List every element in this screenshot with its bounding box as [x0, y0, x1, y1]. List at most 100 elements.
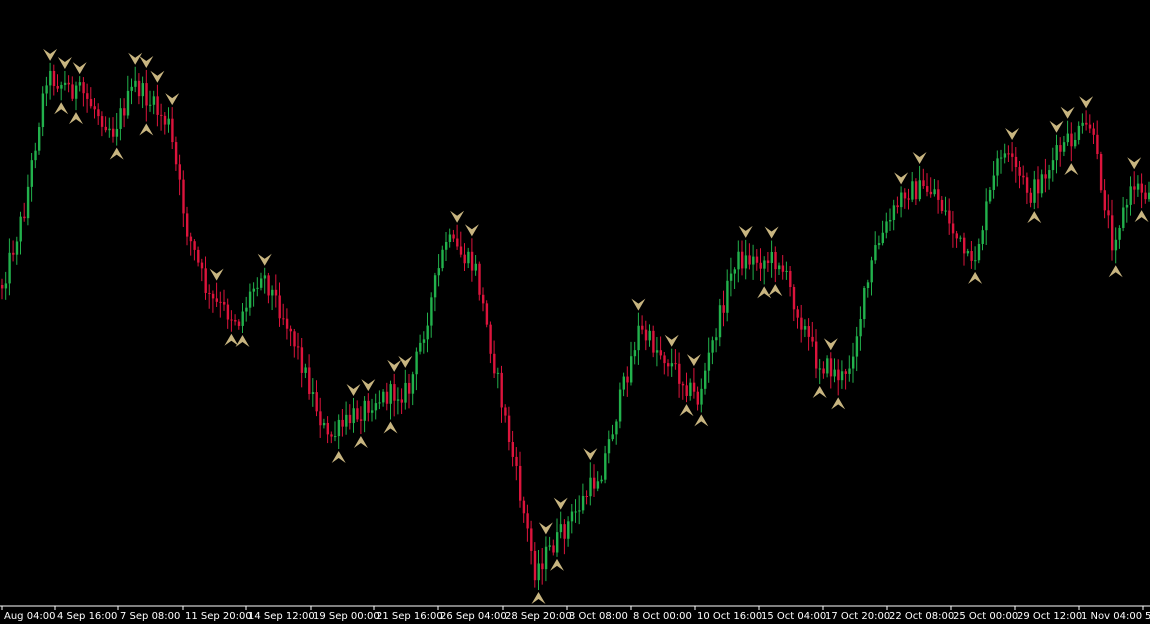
- candle-body: [707, 352, 711, 371]
- candle-body: [600, 479, 603, 482]
- x-tick-label: 4 Sep 16:00: [57, 611, 117, 622]
- candle-body: [93, 106, 96, 110]
- fractal-down-marker: [235, 335, 250, 348]
- fractal-up-marker: [1060, 106, 1075, 119]
- candle-body: [604, 453, 607, 480]
- candle-body: [533, 550, 537, 581]
- fractal-up-marker: [764, 226, 779, 239]
- candle-body: [282, 318, 285, 320]
- price-chart[interactable]: Aug 04:00 4 Sep 16:00 7 Sep 08:00 11 Sep 20…: [0, 0, 1150, 624]
- candle-body: [1022, 175, 1025, 178]
- candle-body: [359, 419, 363, 421]
- fractal-up-marker: [165, 93, 180, 106]
- candle-body: [715, 337, 718, 341]
- candle-body: [456, 238, 459, 247]
- candle-body: [459, 246, 463, 255]
- candle-body: [141, 83, 144, 97]
- candle-body: [774, 251, 777, 270]
- candle-body: [82, 82, 85, 94]
- candle-body: [996, 158, 999, 176]
- x-tick-label: 22 Oct 08:00: [889, 611, 954, 622]
- candle-body: [389, 384, 392, 404]
- fractal-up-marker: [209, 268, 224, 281]
- candle-body: [156, 96, 159, 115]
- candle-body: [685, 385, 688, 396]
- candle-body: [870, 260, 873, 283]
- candle-body: [556, 532, 559, 553]
- candle-body: [963, 237, 966, 254]
- candle-body: [112, 128, 115, 137]
- candle-body: [1111, 215, 1114, 251]
- fractal-down-marker: [69, 112, 83, 125]
- candle-body: [770, 251, 773, 264]
- candle-body: [659, 350, 662, 356]
- candle-body: [49, 70, 52, 86]
- candle-body: [448, 234, 452, 242]
- fractal-up-marker: [43, 48, 58, 61]
- candle-body: [367, 400, 370, 413]
- candle-body: [371, 410, 374, 413]
- candle-body: [1129, 186, 1132, 205]
- candle-body: [374, 403, 378, 411]
- candle-body: [167, 118, 170, 125]
- candle-body: [500, 372, 503, 408]
- candle-body: [563, 524, 566, 539]
- candle-body: [630, 356, 633, 383]
- candle-body: [19, 216, 22, 242]
- candle-body: [4, 283, 8, 289]
- candle-body: [663, 355, 666, 364]
- candle-body: [900, 192, 903, 208]
- candle-body: [8, 252, 11, 284]
- candle-body: [789, 270, 792, 288]
- candle-body: [1044, 174, 1047, 179]
- candle-body: [696, 391, 699, 405]
- candle-body: [844, 371, 847, 374]
- candle-body: [186, 213, 189, 237]
- candle-body: [755, 256, 759, 263]
- fractal-up-marker: [894, 172, 909, 185]
- candle-body: [219, 301, 222, 303]
- candle-body: [633, 350, 637, 357]
- candle-body: [237, 321, 241, 326]
- candle-body: [537, 563, 540, 581]
- x-tick-label: 1 Nov 04:00: [1081, 611, 1142, 622]
- candle-body: [67, 82, 70, 85]
- candle-body: [404, 382, 407, 403]
- candle-body: [23, 216, 26, 219]
- candle-body: [1099, 153, 1103, 191]
- fractal-down-marker: [331, 451, 346, 464]
- candle-body: [437, 268, 440, 276]
- candle-body: [937, 189, 940, 200]
- candle-body: [552, 545, 555, 553]
- candle-body: [689, 382, 692, 396]
- fractal-down-marker: [531, 592, 546, 605]
- candle-body: [230, 319, 233, 321]
- chart-canvas[interactable]: Aug 04:00 4 Sep 16:00 7 Sep 08:00 11 Sep 20…: [0, 0, 1150, 624]
- x-tick-label: 15 Oct 04:00: [761, 611, 826, 622]
- candle-body: [593, 477, 596, 489]
- candle-body: [489, 324, 492, 354]
- candle-body: [119, 108, 122, 129]
- candle-body: [1, 285, 4, 289]
- candle-body: [840, 371, 844, 381]
- fractal-down-marker: [1108, 265, 1123, 278]
- candle-body: [615, 421, 618, 435]
- candle-body: [1103, 190, 1106, 211]
- x-tick-label: 8 Oct 00:00: [633, 611, 692, 622]
- candle-body: [289, 328, 292, 332]
- fractal-up-marker: [57, 56, 72, 69]
- x-tick-label: 14 Sep 12:00: [248, 611, 315, 622]
- candle-body: [829, 358, 833, 377]
- candle-body: [1136, 183, 1140, 190]
- fractal-up-marker: [72, 62, 87, 75]
- candle-body: [1125, 204, 1129, 208]
- candle-body: [1011, 153, 1014, 157]
- candle-body: [959, 237, 962, 239]
- fractal-down-marker: [757, 286, 772, 299]
- candle-body: [1018, 167, 1021, 176]
- candle-body: [866, 282, 870, 288]
- candle-body: [574, 511, 577, 513]
- candle-body: [507, 415, 511, 443]
- candle-body: [26, 186, 30, 219]
- candle-body: [637, 325, 640, 351]
